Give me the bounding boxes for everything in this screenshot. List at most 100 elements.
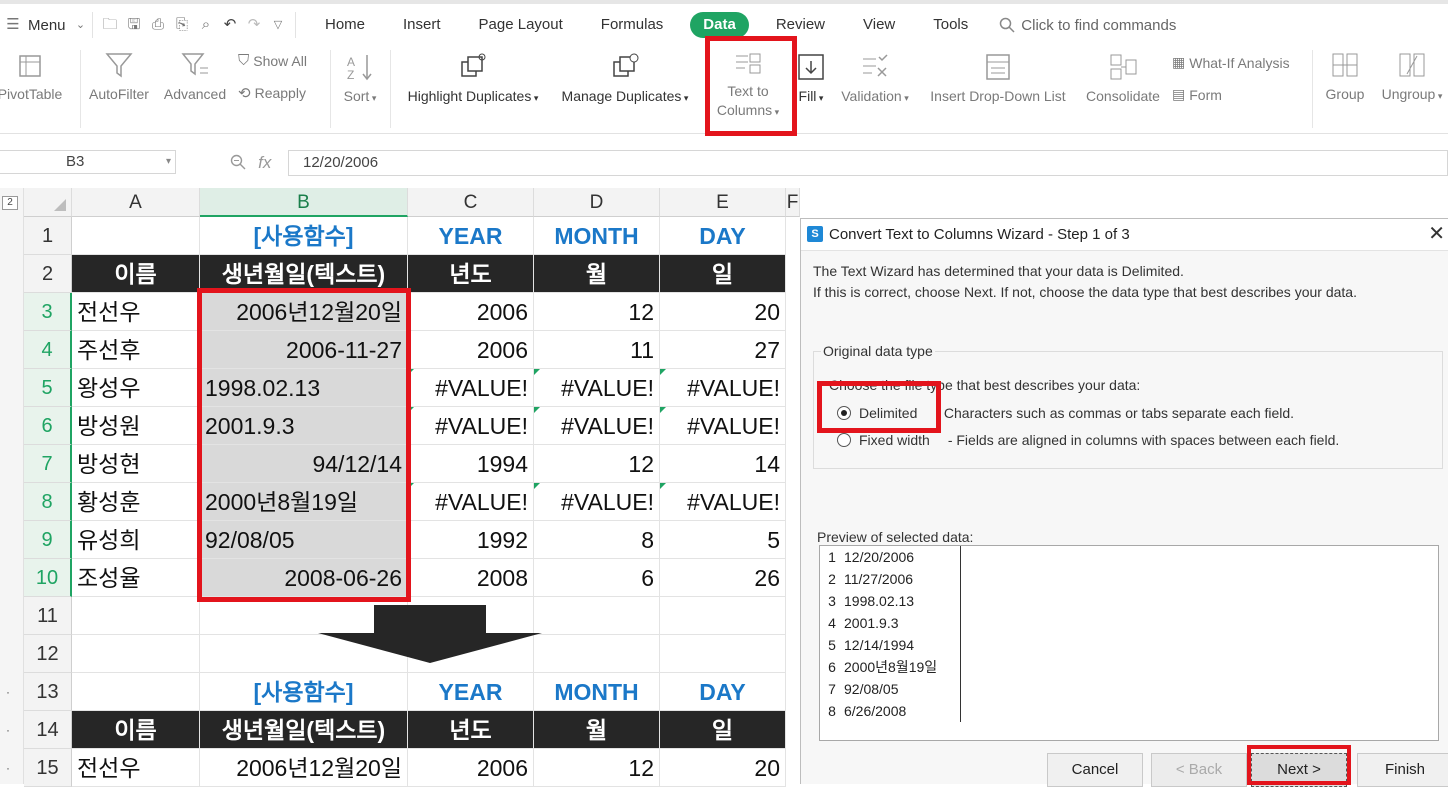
cell-e9[interactable]: 5 [660,521,786,559]
row-header-6[interactable]: 6 [24,407,72,445]
cell-e2[interactable]: 일 [660,255,786,293]
outline-level-button[interactable]: 2 [2,196,18,210]
cell-d14[interactable]: 월 [534,711,660,749]
cell-a9[interactable]: 유성희 [72,521,200,559]
print-preview-icon[interactable]: ⌕ [197,16,215,34]
cell-e1[interactable]: DAY [660,217,786,255]
cell-b1[interactable]: [사용함수] [200,217,408,255]
cell-a7[interactable]: 방성현 [72,445,200,483]
tab-home[interactable]: Home [306,12,384,38]
advanced-filter-button[interactable]: Advanced [160,50,230,102]
cell-e10[interactable]: 26 [660,559,786,597]
column-header-d[interactable]: D [534,188,660,217]
cell-e13[interactable]: DAY [660,673,786,711]
cell-a11[interactable] [72,597,200,635]
cell-c2[interactable]: 년도 [408,255,534,293]
cell-c7[interactable]: 1994 [408,445,534,483]
cell-a6[interactable]: 방성원 [72,407,200,445]
cell-d7[interactable]: 12 [534,445,660,483]
cell-d5[interactable]: #VALUE! [534,369,660,407]
cell-c1[interactable]: YEAR [408,217,534,255]
cell-c9[interactable]: 1992 [408,521,534,559]
validation-button[interactable]: Validation ▾ [836,52,914,104]
autofilter-button[interactable]: AutoFilter [84,50,154,102]
pivot-table-button[interactable]: PivotTable [0,52,66,102]
row-header-7[interactable]: 7 [24,445,72,483]
redo-icon[interactable]: ↷ [245,16,263,34]
cell-a3[interactable]: 전선우 [72,293,200,331]
cell-d10[interactable]: 6 [534,559,660,597]
row-header-13[interactable]: 13 [24,673,72,711]
cell-c5[interactable]: #VALUE! [408,369,534,407]
consolidate-button[interactable]: Consolidate [1080,52,1166,104]
column-header-e[interactable]: E [660,188,786,217]
formula-input[interactable]: 12/20/2006 [288,150,1448,176]
cell-a15[interactable]: 전선우 [72,749,200,787]
command-search[interactable]: Click to find commands [999,17,1176,34]
cell-d2[interactable]: 월 [534,255,660,293]
ungroup-button[interactable]: Ungroup ▾ [1376,50,1448,102]
insert-function-icon[interactable]: fx [258,153,271,172]
cell-e12[interactable] [660,635,786,673]
cell-b15[interactable]: 2006년12월20일 [200,749,408,787]
row-header-11[interactable]: 11 [24,597,72,635]
cell-d6[interactable]: #VALUE! [534,407,660,445]
row-header-12[interactable]: 12 [24,635,72,673]
finish-button[interactable]: Finish [1357,753,1448,787]
cell-e14[interactable]: 일 [660,711,786,749]
tab-review[interactable]: Review [757,12,844,38]
cell-d8[interactable]: #VALUE! [534,483,660,521]
cell-a2[interactable]: 이름 [72,255,200,293]
row-header-2[interactable]: 2 [24,255,72,293]
cell-d12[interactable] [534,635,660,673]
highlight-duplicates-button[interactable]: Highlight Duplicates ▾ [398,52,548,104]
radio-fixed-width-button[interactable] [837,433,851,447]
row-header-10[interactable]: 10 [24,559,72,597]
row-header-15[interactable]: 15 [24,749,72,787]
column-header-b[interactable]: B [200,188,408,217]
cell-e11[interactable] [660,597,786,635]
row-header-9[interactable]: 9 [24,521,72,559]
cell-e6[interactable]: #VALUE! [660,407,786,445]
cell-e8[interactable]: #VALUE! [660,483,786,521]
close-icon[interactable]: ✕ [1428,221,1445,246]
column-header-f[interactable]: F [786,188,800,217]
cell-d3[interactable]: 12 [534,293,660,331]
cell-d9[interactable]: 8 [534,521,660,559]
cancel-button[interactable]: Cancel [1047,753,1143,787]
undo-icon[interactable]: ↶ [221,16,239,34]
save-icon[interactable]: 🖫 [125,16,143,34]
manage-duplicates-button[interactable]: Manage Duplicates ▾ [554,52,696,104]
row-header-1[interactable]: 1 [24,217,72,255]
main-menu-button[interactable]: ☰ Menu ⌄ [0,16,92,34]
cell-e7[interactable]: 14 [660,445,786,483]
cell-e4[interactable]: 27 [660,331,786,369]
row-header-3[interactable]: 3 [24,293,72,331]
row-header-14[interactable]: 14 [24,711,72,749]
cell-a14[interactable]: 이름 [72,711,200,749]
fill-button[interactable]: Fill ▾ [794,52,828,104]
cell-a5[interactable]: 왕성우 [72,369,200,407]
tab-tools[interactable]: Tools [914,12,987,38]
cell-d15[interactable]: 12 [534,749,660,787]
radio-fixed-width[interactable]: Fixed width - Fields are aligned in colu… [837,432,1339,448]
cell-e3[interactable]: 20 [660,293,786,331]
open-folder-icon[interactable]: 🗀 [101,16,119,34]
row-header-4[interactable]: 4 [24,331,72,369]
cell-a10[interactable]: 조성율 [72,559,200,597]
tab-view[interactable]: View [844,12,914,38]
insert-dropdown-list-button[interactable]: Insert Drop-Down List [924,52,1072,104]
row-header-5[interactable]: 5 [24,369,72,407]
cell-c14[interactable]: 년도 [408,711,534,749]
cell-d13[interactable]: MONTH [534,673,660,711]
cell-c10[interactable]: 2008 [408,559,534,597]
customize-qa-icon[interactable]: ▽ [269,16,287,34]
cell-e15[interactable]: 20 [660,749,786,787]
column-header-c[interactable]: C [408,188,534,217]
group-button[interactable]: Group [1320,50,1370,102]
what-if-analysis-button[interactable]: ▦ What-If Analysis [1172,54,1290,71]
cell-c6[interactable]: #VALUE! [408,407,534,445]
cell-d4[interactable]: 11 [534,331,660,369]
tab-formulas[interactable]: Formulas [582,12,683,38]
cell-c4[interactable]: 2006 [408,331,534,369]
